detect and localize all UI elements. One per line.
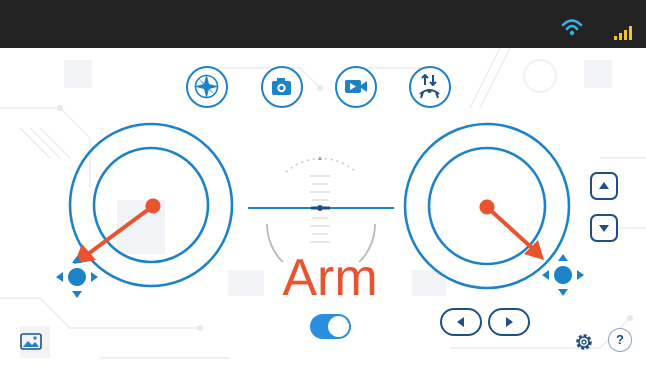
triangle-up-icon xyxy=(558,254,568,261)
attitude-indicator xyxy=(248,156,394,262)
triangle-down-icon xyxy=(72,291,82,298)
right-button[interactable] xyxy=(488,308,530,336)
triangle-right-icon xyxy=(506,317,513,327)
triangle-left-icon xyxy=(457,317,464,327)
video-camera-icon xyxy=(345,80,367,93)
triangle-left-icon xyxy=(56,272,63,282)
triangle-right-icon xyxy=(91,272,98,282)
gear-icon[interactable] xyxy=(572,330,596,354)
compass-button[interactable] xyxy=(186,66,228,108)
video-button[interactable] xyxy=(335,66,377,108)
image-gallery-icon[interactable] xyxy=(20,333,42,350)
triangle-left-icon xyxy=(542,270,549,280)
triangle-right-icon xyxy=(577,270,584,280)
triangle-down-icon xyxy=(558,289,568,296)
wifi-icon xyxy=(561,19,583,36)
arm-toggle-knob xyxy=(328,316,349,337)
signal-bars-icon xyxy=(614,26,632,40)
drone-arrows-icon xyxy=(419,73,440,99)
right-dpad[interactable] xyxy=(538,250,588,302)
triangle-up-icon xyxy=(72,256,82,263)
arm-label: Arm xyxy=(282,249,378,307)
question-mark-icon: ? xyxy=(616,332,624,347)
triangle-up-icon xyxy=(599,182,609,189)
arm-toggle[interactable] xyxy=(310,314,351,339)
left-dpad-graphic xyxy=(56,256,98,298)
left-button[interactable] xyxy=(440,308,482,336)
triangle-down-icon xyxy=(599,225,609,232)
takeoff-land-button[interactable] xyxy=(409,66,451,108)
right-dpad-graphic xyxy=(542,254,584,296)
status-bar xyxy=(0,0,646,48)
up-button[interactable] xyxy=(590,172,618,200)
left-dpad[interactable] xyxy=(52,253,102,303)
camera-button[interactable] xyxy=(261,66,303,108)
down-button[interactable] xyxy=(590,214,618,242)
compass-icon xyxy=(194,74,219,99)
camera-icon xyxy=(272,78,291,95)
help-button[interactable]: ? xyxy=(608,328,632,352)
